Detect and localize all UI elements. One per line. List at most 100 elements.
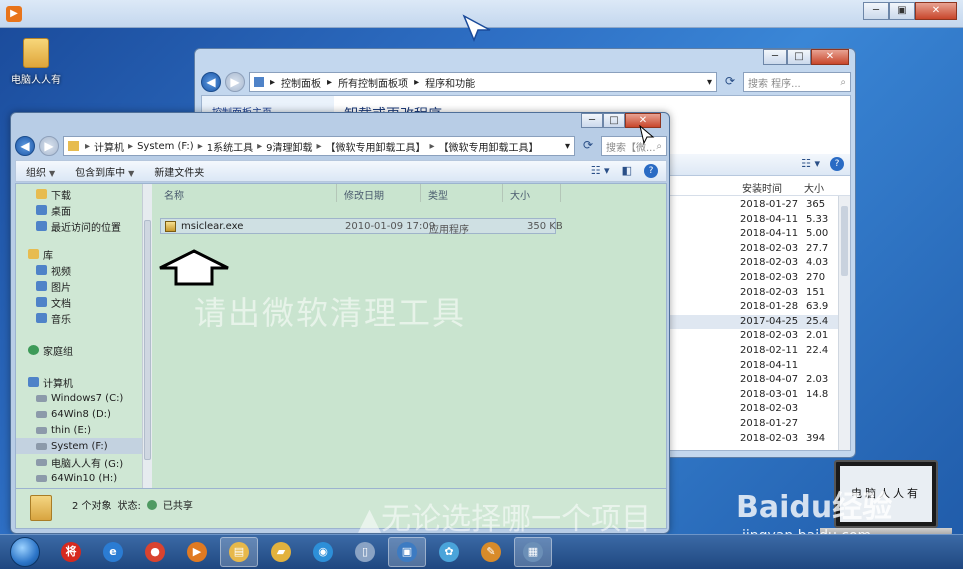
breadcrumb-item[interactable]: 控制面板 xyxy=(281,75,321,90)
taskbar-button[interactable]: ✎ xyxy=(472,537,510,567)
breadcrumb-sep[interactable]: ▸ xyxy=(128,141,133,152)
taskbar-button[interactable]: ▰ xyxy=(262,537,300,567)
nav-item[interactable]: 文档 xyxy=(16,294,71,310)
nav-item[interactable]: Windows7 (C:) xyxy=(16,390,123,406)
program-size: 151 xyxy=(806,286,826,298)
dropdown-icon[interactable]: ▾ xyxy=(565,141,570,152)
outer-minimize-button[interactable]: ─ xyxy=(863,2,889,20)
taskbar-button[interactable]: ▯ xyxy=(346,537,384,567)
program-size: 27.7 xyxy=(806,242,829,254)
breadcrumb-item[interactable]: 【微软专用卸载工具】 xyxy=(439,139,539,154)
breadcrumb-sep[interactable]: ▸ xyxy=(198,141,203,152)
nav-item[interactable]: 视频 xyxy=(16,262,71,278)
taskbar-button[interactable]: e xyxy=(94,537,132,567)
refresh-icon[interactable]: ⟳ xyxy=(579,136,597,156)
program-install-date: 2018-02-03 xyxy=(740,403,799,415)
breadcrumb-item[interactable]: 9清理卸载 xyxy=(266,139,312,154)
nav-item[interactable]: 计算机 xyxy=(16,374,73,390)
organize-button[interactable]: 组织 ▼ xyxy=(16,164,65,179)
back-minimize-button[interactable]: ─ xyxy=(763,49,787,65)
program-install-date: 2018-02-03 xyxy=(740,257,799,269)
taskbar-button[interactable]: ▦ xyxy=(514,537,552,567)
back-nav-forward-button[interactable]: ▶ xyxy=(225,72,245,92)
nav-scrollbar[interactable] xyxy=(142,184,152,488)
nav-item[interactable]: 64Win8 (D:) xyxy=(16,406,111,422)
breadcrumb-sep: ▸ xyxy=(414,76,420,88)
nav-item-label: System (F:) xyxy=(51,440,108,452)
desktop-icon[interactable]: 电脑人人有 xyxy=(8,38,64,86)
nav-item[interactable]: 最近访问的位置 xyxy=(16,218,121,234)
view-options-icon[interactable]: ☷ ▾ xyxy=(801,157,820,171)
program-size: 5.33 xyxy=(806,213,829,225)
nav-item-label: 深度 (I:) xyxy=(51,487,88,489)
nav-forward-button[interactable]: ▶ xyxy=(39,136,59,156)
breadcrumb-sep[interactable]: ▸ xyxy=(317,141,322,152)
back-maximize-button[interactable]: □ xyxy=(787,49,811,65)
outer-restore-button[interactable]: ▣ xyxy=(889,2,915,20)
taskbar-button[interactable]: ▣ xyxy=(388,537,426,567)
back-close-button[interactable]: ✕ xyxy=(811,49,849,65)
breadcrumb-item[interactable]: System (F:) xyxy=(137,141,194,152)
taskbar-button[interactable]: ● xyxy=(136,537,174,567)
front-address-bar[interactable]: ▸ 计算机 ▸ System (F:) ▸ 1系统工具 ▸ 9清理卸载 ▸ 【微软专用卸载工具】 ▸… xyxy=(63,136,575,156)
program-size: 25.4 xyxy=(806,315,829,327)
status-label: 状态: xyxy=(117,501,141,512)
help-icon[interactable]: ? xyxy=(644,164,658,178)
taskbar-button[interactable]: ▶ xyxy=(178,537,216,567)
column-type[interactable]: 类型 xyxy=(428,187,448,202)
back-search-input[interactable]: 搜索 程序... ⌕ xyxy=(743,72,851,92)
breadcrumb-item[interactable]: 所有控制面板项 xyxy=(338,75,408,90)
column-install-date[interactable]: 安装时间 xyxy=(742,180,782,195)
front-maximize-button[interactable]: □ xyxy=(603,113,625,128)
breadcrumb-sep[interactable]: ▸ xyxy=(85,141,90,152)
document-icon: ▯ xyxy=(355,542,375,562)
taskbar-button[interactable]: ✿ xyxy=(430,537,468,567)
nav-item[interactable]: thin (E:) xyxy=(16,422,91,438)
search-icon: ⌕ xyxy=(656,140,662,152)
nav-item-label: 图片 xyxy=(51,282,71,294)
column-modified[interactable]: 修改日期 xyxy=(344,187,384,202)
breadcrumb-item[interactable]: 1系统工具 xyxy=(207,139,253,154)
taskbar-button[interactable]: ◉ xyxy=(304,537,342,567)
pointer-cursor-icon xyxy=(462,14,491,42)
breadcrumb-item[interactable]: 计算机 xyxy=(94,139,124,154)
nav-item[interactable]: 桌面 xyxy=(16,202,71,218)
nav-item[interactable]: 深度 (I:) xyxy=(16,486,88,488)
outer-close-button[interactable]: ✕ xyxy=(915,2,957,20)
taskbar-button[interactable]: 将 xyxy=(52,537,90,567)
start-button[interactable] xyxy=(10,537,40,567)
program-install-date: 2018-04-07 xyxy=(740,374,799,386)
nav-item[interactable]: System (F:) xyxy=(16,438,142,454)
include-library-button[interactable]: 包含到库中 ▼ xyxy=(65,164,144,179)
nav-item[interactable]: 电脑人人有 (G:) xyxy=(16,454,123,470)
help-icon[interactable]: ? xyxy=(830,157,844,171)
program-size: 14.8 xyxy=(806,388,829,400)
column-size[interactable]: 大小 xyxy=(510,187,530,202)
front-search-input[interactable]: 搜索【微... ⌕ xyxy=(601,136,667,156)
back-nav-back-button[interactable]: ◀ xyxy=(201,72,221,92)
column-name[interactable]: 名称 xyxy=(164,187,184,202)
desktop-icon-label: 电脑人人有 xyxy=(11,75,61,86)
back-refresh-icon[interactable]: ⟳ xyxy=(721,72,739,92)
nav-item[interactable]: 64Win10 (H:) xyxy=(16,470,117,486)
breadcrumb-sep[interactable]: ▸ xyxy=(257,141,262,152)
view-options-icon[interactable]: ☷ ▾ xyxy=(591,164,610,178)
front-minimize-button[interactable]: ─ xyxy=(581,113,603,128)
preview-pane-icon[interactable]: ◧ xyxy=(622,164,632,178)
breadcrumb-item[interactable]: 【微软专用卸载工具】 xyxy=(326,139,426,154)
back-address-bar[interactable]: ▸ 控制面板 ▸ 所有控制面板项 ▸ 程序和功能 ▾ xyxy=(249,72,717,92)
nav-item[interactable]: 库 xyxy=(16,246,53,262)
nav-item[interactable]: 下载 xyxy=(16,186,71,202)
taskbar-button[interactable]: ▤ xyxy=(220,537,258,567)
back-scrollbar[interactable] xyxy=(838,196,850,450)
breadcrumb-item[interactable]: 程序和功能 xyxy=(425,75,475,90)
column-size[interactable]: 大小 xyxy=(804,180,824,195)
nav-back-button[interactable]: ◀ xyxy=(15,136,35,156)
nav-item[interactable]: 音乐 xyxy=(16,310,71,326)
new-folder-button[interactable]: 新建文件夹 xyxy=(144,164,214,179)
dropdown-icon[interactable]: ▾ xyxy=(707,77,712,88)
nav-item[interactable]: 家庭组 xyxy=(16,342,73,358)
nav-item[interactable]: 图片 xyxy=(16,278,71,294)
file-row-msiclear[interactable]: msiclear.exe 2010-01-09 17:09 应用程序 350 K… xyxy=(160,218,563,236)
breadcrumb-sep[interactable]: ▸ xyxy=(430,141,435,152)
